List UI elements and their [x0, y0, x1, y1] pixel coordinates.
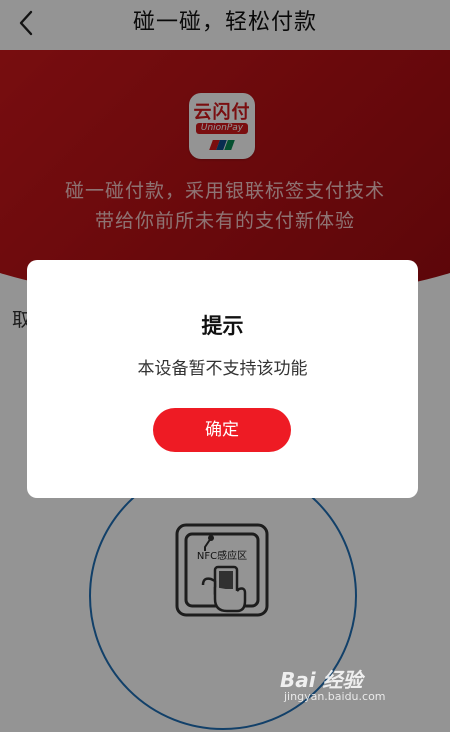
- watermark-url: jingyan.baidu.com: [284, 690, 386, 703]
- confirm-button[interactable]: 确定: [153, 408, 291, 452]
- baidu-jingyan-watermark: Bai 经验 jingyan.baidu.com: [274, 664, 424, 704]
- alert-dialog: 提示 本设备暂不支持该功能 确定: [27, 260, 418, 498]
- nfc-payment-page: 碰一碰，轻松付款 云闪付 UnionPay 碰一碰付款，采用银联标签支付技术 带…: [0, 0, 450, 732]
- watermark-text: Bai 经验: [280, 668, 363, 692]
- dialog-title: 提示: [201, 314, 244, 338]
- dialog-message: 本设备暂不支持该功能: [137, 359, 308, 379]
